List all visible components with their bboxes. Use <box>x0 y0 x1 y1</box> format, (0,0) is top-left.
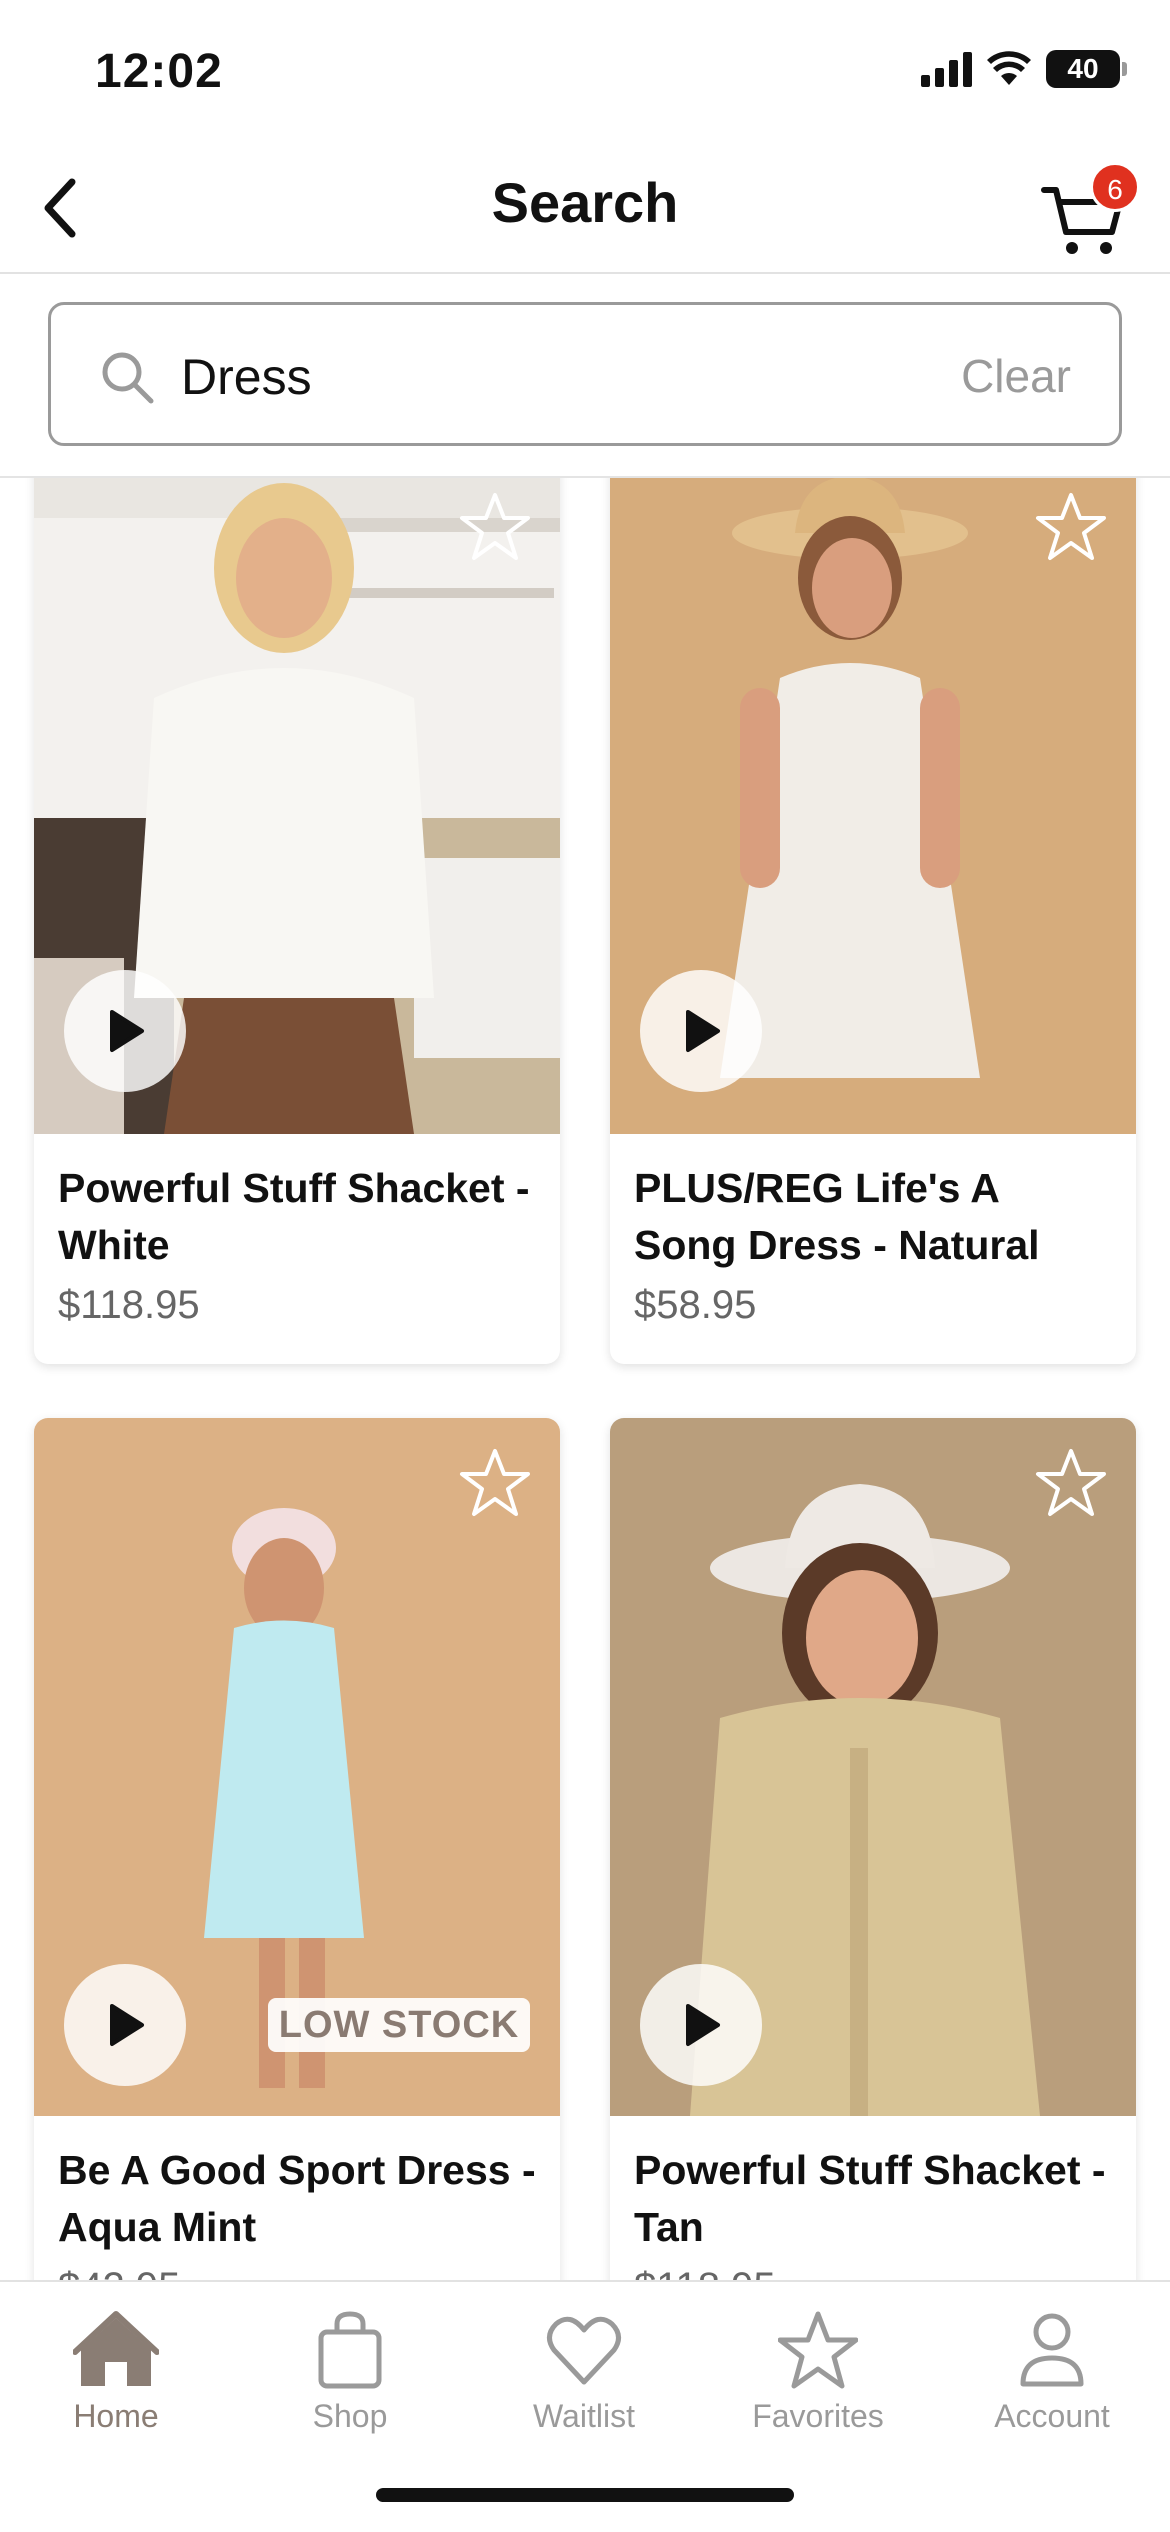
product-price: $118.95 <box>58 1283 200 1327</box>
favorite-star-icon[interactable] <box>1034 1446 1108 1520</box>
play-icon <box>110 2004 144 2046</box>
product-image[interactable]: LOW STOCK <box>34 1418 560 2116</box>
product-name[interactable]: Be A Good Sport Dress - Aqua Mint <box>58 2142 536 2256</box>
product-card[interactable]: PLUS/REG Life's A Song Dress - Natural $… <box>610 478 1136 1364</box>
product-name[interactable]: Powerful Stuff Shacket - Tan <box>634 2142 1112 2256</box>
product-card[interactable]: Powerful Stuff Shacket - Tan $118.95 <box>610 1418 1136 2280</box>
star-icon <box>778 2311 858 2389</box>
play-video-button[interactable] <box>64 1964 186 2086</box>
play-video-button[interactable] <box>640 1964 762 2086</box>
battery-level: 40 <box>1067 53 1099 84</box>
status-time: 12:02 <box>95 45 223 98</box>
header: Search 6 <box>0 140 1170 274</box>
product-price: $58.95 <box>634 1283 757 1327</box>
product-image[interactable] <box>610 1418 1136 2116</box>
bag-icon <box>318 2311 382 2389</box>
product-name[interactable]: PLUS/REG Life's A Song Dress - Natural <box>634 1160 1112 1274</box>
page-title: Search <box>491 171 679 234</box>
heart-icon <box>547 2316 621 2385</box>
tab-label: Waitlist <box>533 2398 635 2434</box>
tab-label: Home <box>73 2398 159 2434</box>
play-icon <box>686 1010 720 1052</box>
cellular-signal-icon <box>921 51 972 87</box>
product-card[interactable]: LOW STOCK Be A Good Sport Dress - Aqua M… <box>34 1418 560 2280</box>
play-video-button[interactable] <box>640 970 762 1092</box>
person-icon <box>1020 2313 1084 2387</box>
product-grid: Powerful Stuff Shacket - White $118.95 P… <box>0 478 1170 2280</box>
tab-shop[interactable]: Shop <box>250 2292 450 2452</box>
home-indicator[interactable] <box>376 2488 794 2502</box>
product-name[interactable]: Powerful Stuff Shacket - White <box>58 1160 536 1274</box>
product-image[interactable] <box>34 478 560 1134</box>
tab-waitlist[interactable]: Waitlist <box>484 2292 684 2452</box>
tab-label: Account <box>994 2398 1110 2434</box>
play-icon <box>110 1010 144 1052</box>
tab-label: Favorites <box>752 2398 884 2434</box>
product-image[interactable] <box>610 478 1136 1134</box>
search-bar: Clear <box>48 302 1122 446</box>
favorite-star-icon[interactable] <box>458 1446 532 1520</box>
tab-account[interactable]: Account <box>952 2292 1152 2452</box>
low-stock-badge: LOW STOCK <box>268 1998 530 2052</box>
favorite-star-icon[interactable] <box>458 490 532 564</box>
play-icon <box>686 2004 720 2046</box>
tab-favorites[interactable]: Favorites <box>718 2292 918 2452</box>
clear-button[interactable]: Clear <box>961 349 1071 403</box>
favorite-star-icon[interactable] <box>1034 490 1108 564</box>
product-price: $118.95 <box>634 2258 1112 2280</box>
product-card[interactable]: Powerful Stuff Shacket - White $118.95 <box>34 478 560 1364</box>
search-input[interactable] <box>181 345 881 409</box>
cart-count-badge: 6 <box>1090 162 1140 212</box>
tab-label: Shop <box>312 2398 388 2434</box>
wifi-icon <box>987 51 1031 85</box>
battery-icon: 40 <box>1046 50 1127 88</box>
play-video-button[interactable] <box>64 970 186 1092</box>
status-icons: 40 <box>921 50 1127 88</box>
status-bar: 12:02 40 <box>0 0 1170 140</box>
cart-button[interactable]: 6 <box>1040 162 1140 262</box>
search-icon <box>102 352 154 404</box>
home-icon <box>73 2311 159 2386</box>
product-price: $42.95 <box>58 2258 536 2280</box>
tab-home[interactable]: Home <box>16 2292 216 2452</box>
